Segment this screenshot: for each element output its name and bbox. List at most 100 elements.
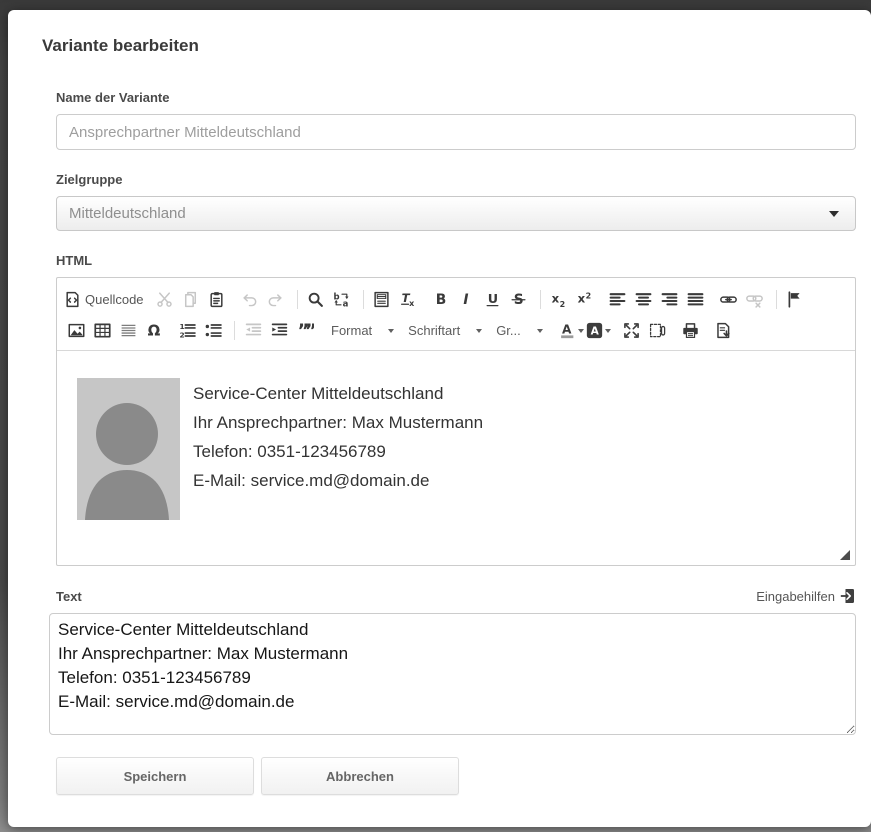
toolbar-separator [297, 290, 298, 309]
chevron-down-icon [388, 329, 394, 333]
dialog-buttons: Speichern Abbrechen [56, 757, 856, 795]
chevron-down-icon [578, 329, 584, 333]
editor-content-line: Telefon: 0351-123456789 [193, 437, 483, 466]
text-color-icon: A [559, 322, 576, 339]
superscript-icon: x 2 [576, 291, 593, 308]
background-color-icon: A [586, 322, 603, 339]
svg-text:x: x [578, 292, 586, 306]
redo-icon [267, 291, 284, 308]
outdent-button[interactable] [240, 319, 266, 343]
horizontal-rule-button[interactable] [115, 319, 141, 343]
outdent-icon [245, 322, 262, 339]
bold-button[interactable]: B [428, 288, 454, 312]
toolbar-separator [540, 290, 541, 309]
maximize-icon [623, 322, 640, 339]
special-character-button[interactable]: Ω [141, 319, 167, 343]
select-all-button[interactable] [369, 288, 395, 312]
svg-text:x: x [409, 299, 415, 308]
cancel-button[interactable]: Abbrechen [261, 757, 459, 795]
font-dropdown-label: Schriftart [408, 323, 460, 338]
variant-name-input[interactable] [56, 114, 856, 150]
input-helpers-icon [840, 588, 856, 604]
editor-content-text: Service-Center Mitteldeutschland Ihr Ans… [193, 378, 483, 537]
remove-format-button[interactable]: T x [395, 288, 421, 312]
editor-content-area[interactable]: Service-Center Mitteldeutschland Ihr Ans… [57, 351, 855, 537]
svg-text:B: B [436, 292, 447, 308]
align-left-icon [609, 291, 626, 308]
templates-button[interactable] [711, 319, 737, 343]
size-dropdown-label: Gr... [496, 323, 521, 338]
print-button[interactable] [678, 319, 704, 343]
paste-button[interactable] [204, 288, 230, 312]
format-dropdown[interactable]: Format [325, 319, 402, 343]
dialog-title: Variante bearbeiten [42, 36, 856, 56]
toolbar-separator [776, 290, 777, 309]
replace-button[interactable]: b a [329, 288, 355, 312]
plain-text-textarea[interactable]: Service-Center Mitteldeutschland Ihr Ans… [49, 613, 856, 735]
font-dropdown[interactable]: Schriftart [402, 319, 490, 343]
align-left-button[interactable] [605, 288, 631, 312]
toolbar-separator [363, 290, 364, 309]
editor-content-line: Ihr Ansprechpartner: Max Mustermann [193, 408, 483, 437]
person-silhouette-icon [77, 378, 180, 520]
bulleted-list-button[interactable] [200, 319, 226, 343]
editor-resize-handle[interactable] [840, 550, 850, 560]
svg-text:I: I [463, 292, 468, 308]
text-label: Text [56, 589, 82, 604]
bold-icon: B [432, 291, 449, 308]
text-color-button[interactable]: A [558, 319, 585, 343]
table-button[interactable] [89, 319, 115, 343]
align-center-icon [635, 291, 652, 308]
unlink-button[interactable] [742, 288, 768, 312]
align-right-button[interactable] [657, 288, 683, 312]
svg-text:”: ” [304, 322, 313, 339]
replace-icon: b a [333, 291, 350, 308]
horizontal-rule-icon [120, 322, 137, 339]
chevron-down-icon [537, 329, 543, 333]
blockquote-icon: ” ” [297, 322, 314, 339]
underline-button[interactable]: U [480, 288, 506, 312]
size-dropdown[interactable]: Gr... [490, 319, 551, 343]
undo-button[interactable] [237, 288, 263, 312]
redo-button[interactable] [263, 288, 289, 312]
italic-button[interactable]: I [454, 288, 480, 312]
person-silhouette-placeholder-image[interactable] [77, 378, 180, 520]
rich-text-editor: Quellcode [56, 277, 856, 566]
save-button[interactable]: Speichern [56, 757, 254, 795]
svg-text:A: A [562, 323, 572, 337]
svg-text:a: a [343, 299, 349, 308]
align-center-button[interactable] [631, 288, 657, 312]
superscript-button[interactable]: x 2 [572, 288, 598, 312]
link-button[interactable] [716, 288, 742, 312]
toolbar-separator [234, 321, 235, 340]
source-button-label: Quellcode [85, 292, 144, 307]
editor-status-bar [57, 537, 855, 565]
image-button[interactable] [63, 319, 89, 343]
chevron-down-icon [605, 329, 611, 333]
anchor-button[interactable] [782, 288, 808, 312]
subscript-icon: x 2 [550, 291, 567, 308]
show-blocks-icon [649, 322, 666, 339]
numbered-list-icon: 1 2 [179, 322, 196, 339]
maximize-button[interactable] [619, 319, 645, 343]
show-blocks-button[interactable] [645, 319, 671, 343]
source-button[interactable]: Quellcode [63, 288, 145, 312]
zielgruppe-select[interactable]: Mitteldeutschland [56, 196, 856, 231]
image-icon [68, 322, 85, 339]
input-helpers-link[interactable]: Eingabehilfen [756, 588, 856, 604]
search-icon [307, 291, 324, 308]
select-all-icon [373, 291, 390, 308]
copy-button[interactable] [178, 288, 204, 312]
strikethrough-button[interactable]: S [506, 288, 532, 312]
input-helpers-link-label: Eingabehilfen [756, 589, 835, 604]
blockquote-button[interactable]: ” ” [292, 319, 318, 343]
numbered-list-button[interactable]: 1 2 [174, 319, 200, 343]
indent-button[interactable] [266, 319, 292, 343]
background-color-button[interactable]: A [585, 319, 612, 343]
text-label-row: Text Eingabehilfen [56, 588, 856, 604]
align-justify-button[interactable] [683, 288, 709, 312]
subscript-button[interactable]: x 2 [546, 288, 572, 312]
search-button[interactable] [303, 288, 329, 312]
underline-icon: U [484, 291, 501, 308]
cut-button[interactable] [152, 288, 178, 312]
